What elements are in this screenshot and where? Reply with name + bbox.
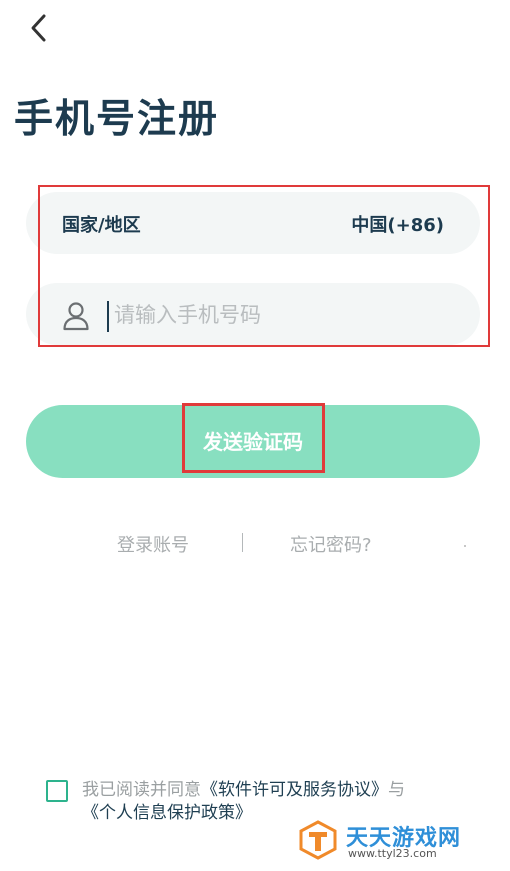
phone-field[interactable]	[26, 283, 480, 345]
agreement-joiner: 与	[388, 780, 405, 800]
agreement-line-2: 《个人信息保护政策》	[82, 801, 252, 826]
privacy-policy-link[interactable]: 《个人信息保护政策》	[82, 803, 252, 823]
back-button[interactable]	[22, 12, 54, 44]
link-divider	[242, 533, 243, 552]
send-code-label: 发送验证码	[203, 430, 303, 454]
watermark: 天天游戏网 www.ttyl23.com	[298, 820, 484, 864]
country-value: 中国(+86)	[351, 215, 444, 236]
phone-input[interactable]	[112, 297, 446, 333]
user-icon	[63, 302, 89, 331]
agree-checkbox[interactable]	[46, 780, 68, 802]
login-link[interactable]: 登录账号	[117, 531, 189, 557]
stray-dot	[464, 545, 466, 547]
send-code-button[interactable]: 发送验证码	[26, 405, 480, 478]
watermark-url: www.ttyl23.com	[348, 847, 437, 860]
watermark-logo-icon	[299, 820, 337, 860]
agreement-prefix: 我已阅读并同意	[82, 780, 201, 800]
country-label: 国家/地区	[62, 215, 141, 236]
country-selector[interactable]: 国家/地区 中国(+86)	[26, 192, 480, 254]
agreement-line-1: 我已阅读并同意《软件许可及服务协议》与	[82, 778, 405, 803]
software-license-link[interactable]: 《软件许可及服务协议》	[201, 780, 388, 800]
forgot-password-link[interactable]: 忘记密码?	[290, 531, 372, 557]
text-caret	[107, 301, 109, 332]
chevron-left-icon	[31, 14, 46, 42]
account-links: 登录账号 忘记密码?	[0, 531, 510, 557]
page-title: 手机号注册	[14, 97, 220, 142]
